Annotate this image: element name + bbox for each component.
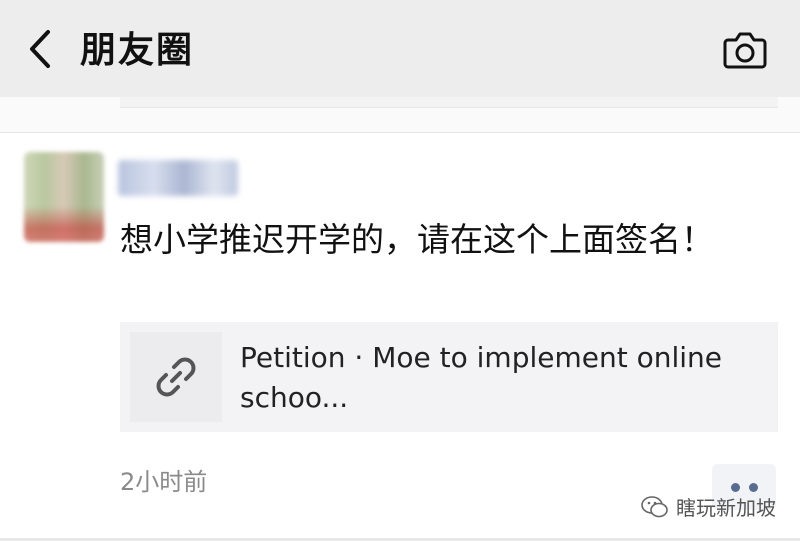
username-blurred[interactable] <box>118 160 238 196</box>
wechat-icon <box>641 495 668 517</box>
watermark-text: 瞎玩新加坡 <box>676 496 776 520</box>
watermark: 瞎玩新加坡 <box>640 492 776 521</box>
link-card[interactable]: Petition · Moe to implement online schoo… <box>120 322 778 432</box>
more-dots-icon <box>748 482 758 492</box>
post-timestamp: 2小时前 <box>120 468 208 496</box>
link-icon <box>156 357 196 397</box>
avatar[interactable] <box>24 152 104 242</box>
post-divider <box>0 132 800 133</box>
post-content: 想小学推迟开学的，请在这个上面签名！ <box>120 220 714 259</box>
chevron-left-icon <box>30 30 50 68</box>
link-thumbnail <box>130 332 222 422</box>
top-nav-bar: 朋友圈 <box>0 0 800 97</box>
camera-icon <box>723 32 767 69</box>
page-title: 朋友圈 <box>80 30 195 71</box>
more-dots-icon <box>730 482 740 492</box>
previous-post-edge <box>0 97 800 133</box>
camera-button[interactable] <box>722 28 768 72</box>
previous-link-card-edge <box>120 97 778 108</box>
link-title: Petition · Moe to implement online schoo… <box>240 341 723 414</box>
back-button[interactable] <box>22 24 62 74</box>
